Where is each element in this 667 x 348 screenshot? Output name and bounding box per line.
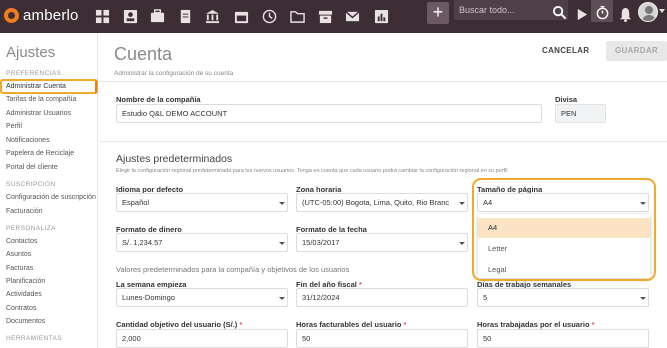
sidebar-section-preferencias: PREFERENCIAS [6,70,62,77]
avatar-body [642,15,656,21]
avatar-head [645,6,653,14]
worked-hours-field[interactable]: 50 [477,329,649,348]
language-value: Español [122,198,150,207]
documents-icon[interactable] [175,6,195,26]
worked-hours-label-text: Horas trabajadas por el usuario [477,320,590,329]
required-mark: * [403,320,407,329]
quick-add-button[interactable]: + [427,2,449,24]
sidebar-title: Ajustes [6,44,56,61]
date-format-select[interactable]: 15/03/2017 [296,233,468,252]
timezone-value: (UTC-05:00) Bogota, Lima, Quito, Rio Bra… [302,198,454,207]
sidebar-item-config-suscripcion[interactable]: Configuración de suscripción [6,194,96,201]
brand-logo[interactable]: amberlo [4,7,79,24]
bell-icon[interactable] [615,4,635,24]
page-title: Cuenta [114,44,173,64]
workdays-value: 5 [483,293,488,302]
reports-icon[interactable] [371,6,391,26]
play-icon[interactable] [571,4,591,24]
sidebar-active-indicator [95,81,97,93]
currency-label: Divisa [555,95,578,104]
money-format-select[interactable]: S/. 1,234.57 [116,233,288,252]
currency-field: PEN [555,104,606,123]
sidebar-item-perfil[interactable]: Perfil [6,123,22,130]
workdays-select[interactable]: 5 [477,288,649,307]
week-start-select[interactable]: Lunes-Domingo [116,288,288,307]
fiscal-year-end-field[interactable]: 31/12/2024 [296,288,468,307]
timezone-select[interactable]: (UTC-05:00) Bogota, Lima, Quito, Rio Bra… [296,193,468,212]
sidebar-item-administrar-cuenta[interactable]: Administrar Cuenta [6,83,66,90]
chevron-down-icon [279,202,285,205]
sidebar-item-documentos[interactable]: Documentos [6,318,45,325]
history-icon[interactable] [259,6,279,26]
avatar[interactable] [638,2,658,22]
company-name-label: Nombre de la compañía [116,95,201,104]
sidebar-item-planificacion[interactable]: Planificación [6,278,45,285]
company-name-field[interactable]: Estudio Q&L DEMO ACCOUNT [116,104,542,123]
page-size-highlight-box [472,178,656,281]
dashboard-icon[interactable] [92,6,112,26]
header-divider [99,81,667,82]
briefcase-icon[interactable] [147,6,167,26]
folder-icon[interactable] [287,6,307,26]
billable-hours-label-text: Horas facturables del usuario [296,320,402,329]
billable-hours-field[interactable]: 50 [296,329,468,348]
timer-icon [592,2,612,22]
sidebar-item-facturacion[interactable]: Facturación [6,208,43,215]
sidebar-item-actividades[interactable]: Actividades [6,291,42,298]
settings-sidebar: Ajustes PREFERENCIAS Administrar Cuenta … [0,33,98,348]
sidebar-item-usuarios[interactable]: Administrar Usuarios [6,110,71,117]
sidebar-section-herramientas: HERRAMIENTAS [6,335,62,342]
sidebar-section-suscripcion: SUSCRIPCIÓN [6,181,56,188]
cancel-button[interactable]: CANCELAR [542,46,589,55]
sidebar-item-papelera[interactable]: Papelera de Reciclaje [6,150,74,157]
contacts-icon[interactable] [120,6,140,26]
sidebar-item-contactos[interactable]: Contactos [6,238,38,245]
sidebar-item-portal[interactable]: Portal del cliente [6,164,58,171]
chevron-down-icon [279,297,285,300]
mail-icon[interactable] [342,6,362,26]
worked-hours-label: Horas trabajadas por el usuario * [477,320,595,329]
chevron-down-icon[interactable] [659,9,665,13]
top-navigation-bar: amberlo + [0,0,667,33]
chevron-down-icon [459,242,465,245]
target-amount-label-text: Cantidad objetivo del usuario (S/.) [116,320,238,329]
week-start-value: Lunes-Domingo [122,293,175,302]
date-format-value: 15/03/2017 [302,238,340,247]
target-amount-field[interactable]: 2,000 [116,329,288,348]
sidebar-section-personaliza: PERSONALIZA [6,225,56,232]
chevron-down-icon [640,297,646,300]
target-amount-label: Cantidad objetivo del usuario (S/.) * [116,320,242,329]
brand-name: amberlo [23,7,79,24]
defaults-section-title: Ajustes predeterminados [116,153,233,165]
required-mark: * [239,320,243,329]
sidebar-item-contratos[interactable]: Contratos [6,305,36,312]
search-icon[interactable] [549,2,569,22]
language-select[interactable]: Español [116,193,288,212]
archive-icon[interactable] [315,6,335,26]
calendar-icon[interactable] [231,6,251,26]
chevron-down-icon [279,242,285,245]
billable-hours-label: Horas facturables del usuario * [296,320,406,329]
money-format-value: S/. 1,234.57 [122,238,163,247]
sidebar-item-asuntos[interactable]: Asuntos [6,251,31,258]
sidebar-item-notificaciones[interactable]: Notificaciones [6,137,50,144]
search-input[interactable] [454,0,544,20]
required-mark: * [591,320,595,329]
defaults-section-description: Elegir la configuración regional predete… [116,168,508,174]
amberlo-logo-icon [4,8,19,23]
chevron-down-icon [459,202,465,205]
timer-button[interactable] [591,0,613,22]
bank-icon[interactable] [202,6,222,26]
page-subtitle: Administrar la configuración de su cuent… [114,70,234,77]
company-defaults-heading: Valores predeterminados para la compañía… [116,265,350,274]
section-divider [99,141,667,142]
save-button[interactable]: GUARDAR [606,41,667,61]
sidebar-item-tarifas[interactable]: Tarifas de la compañía [6,96,76,103]
sidebar-item-facturas[interactable]: Facturas [6,265,33,272]
